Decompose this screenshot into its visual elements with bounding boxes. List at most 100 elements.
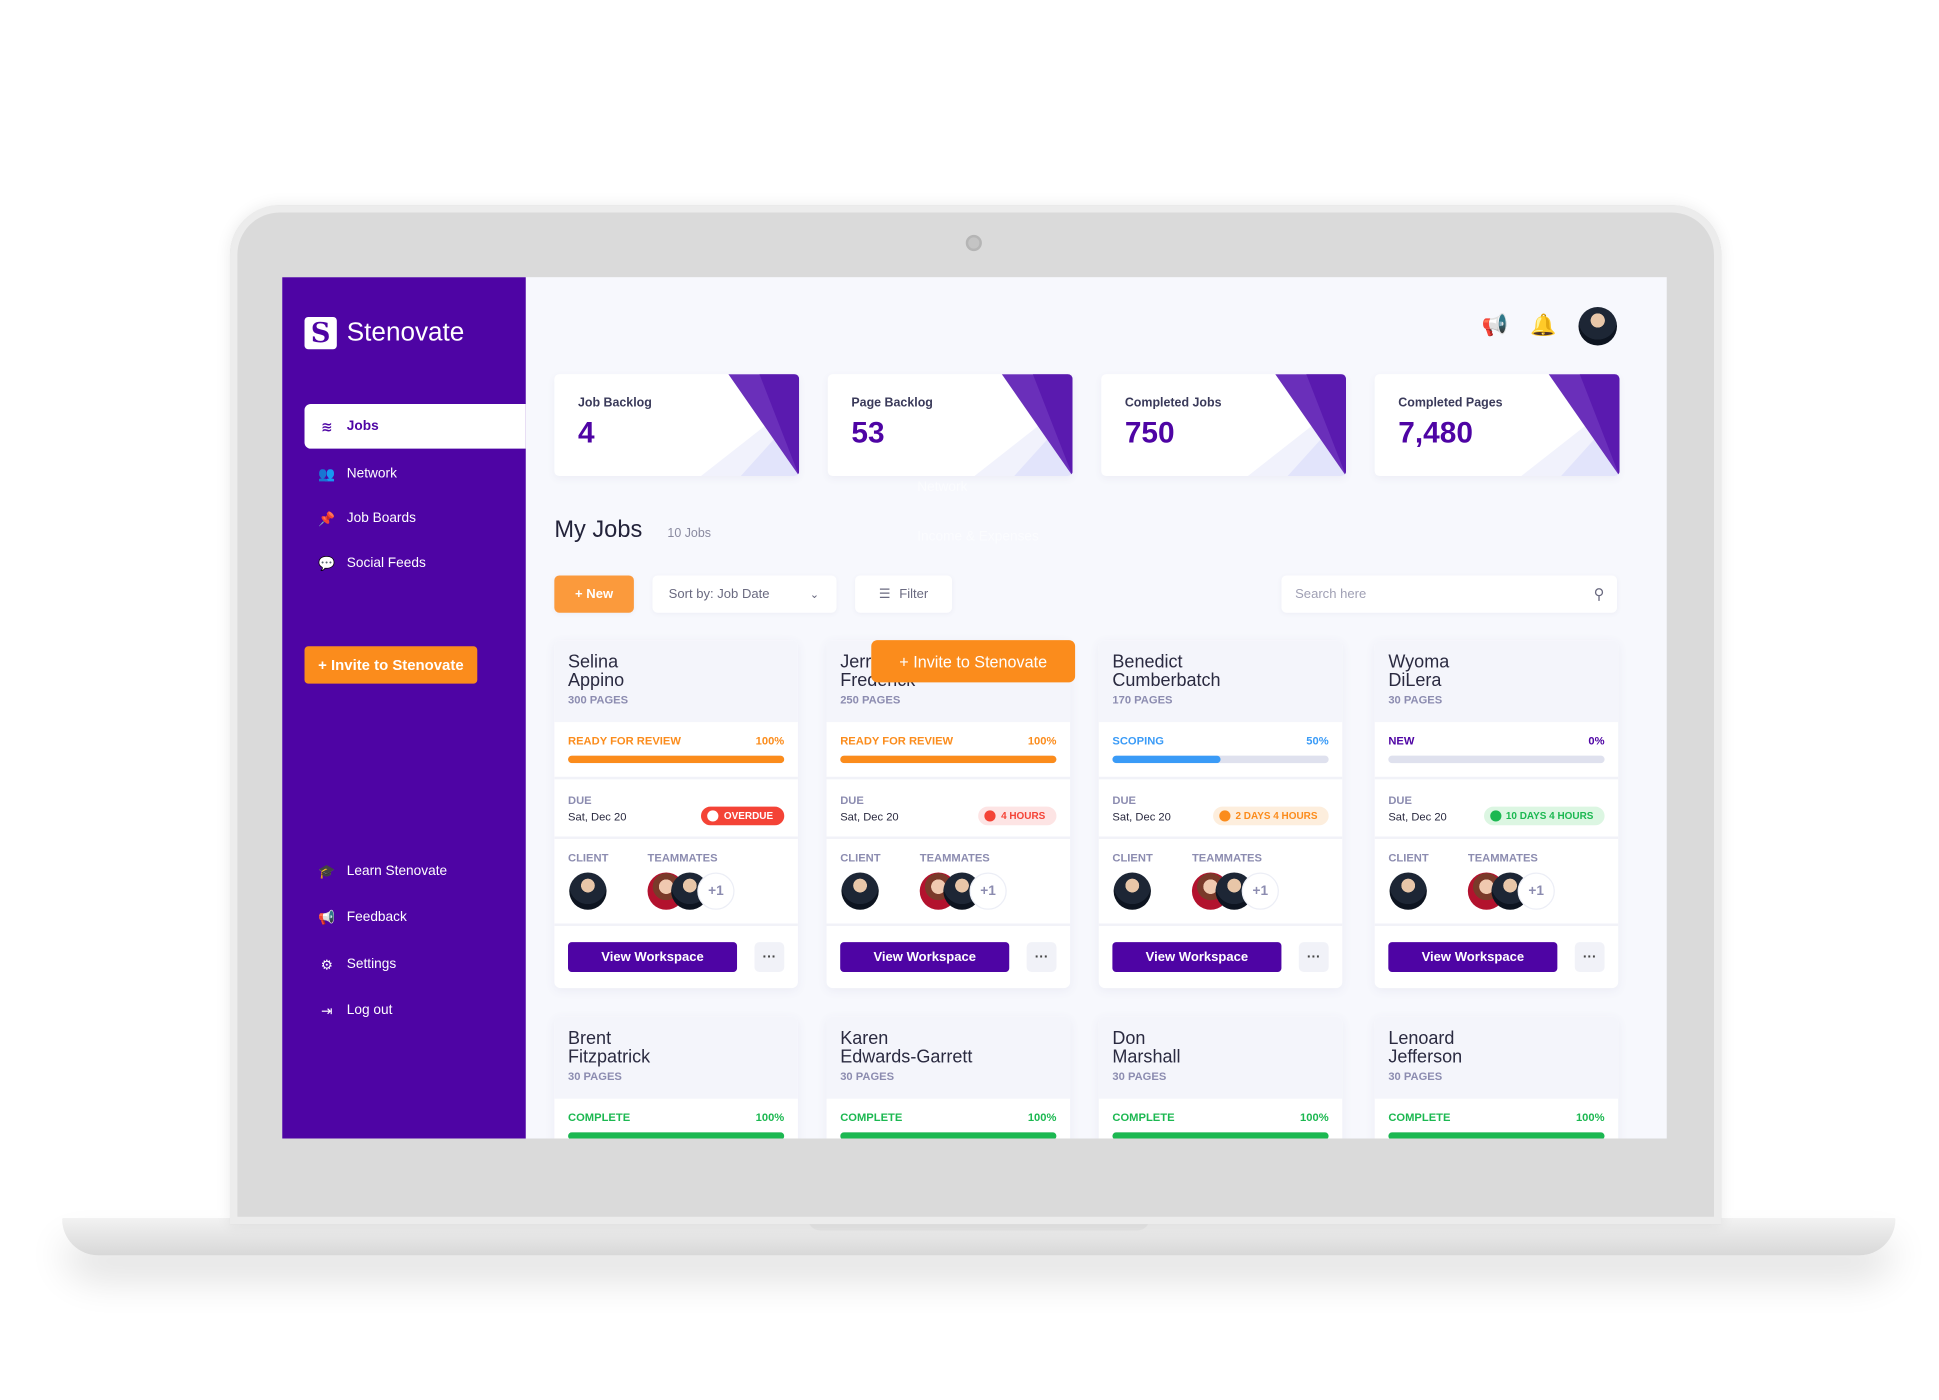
job-status: NEW <box>1388 734 1415 747</box>
client-label: CLIENT <box>1388 851 1429 864</box>
progress-bar <box>1388 755 1605 764</box>
progress-bar <box>1112 1132 1329 1139</box>
stage: S Stenovate ≋ Jobs 👥 Network 📌 Job Boards 💬 Soci… <box>0 0 1939 1400</box>
more-teammates[interactable]: +1 <box>969 872 1007 910</box>
job-pages: 170 PAGES <box>1112 693 1173 706</box>
logo-icon: S <box>304 316 337 350</box>
chevron-down-icon: ⌄ <box>809 587 820 600</box>
sidebar-item-job-boards[interactable]: 📌 Job Boards <box>305 496 526 541</box>
stat-label: Completed Pages <box>1398 396 1503 411</box>
logo[interactable]: S Stenovate <box>304 316 465 350</box>
sidebar-item-feedback[interactable]: 📢 Feedback <box>305 895 526 940</box>
due-badge-text: 2 DAYS 4 HOURS <box>1235 810 1318 822</box>
invite-button[interactable]: + Invite to Stenovate <box>304 646 478 684</box>
bell-icon[interactable]: 🔔 <box>1530 313 1556 338</box>
due-label: DUE <box>568 794 592 807</box>
teammates-label: TEAMMATES <box>1467 851 1538 864</box>
sidebar-item-learn-stenovate[interactable]: 🎓 Learn Stenovate <box>305 849 526 894</box>
sidebar-item-label: Feedback <box>346 909 407 925</box>
due-badge: 4 HOURS <box>978 806 1057 826</box>
job-client-first: Karen <box>840 1029 889 1050</box>
progress-bar <box>1112 755 1329 764</box>
sidebar-item-jobs[interactable]: ≋ Jobs <box>304 403 526 449</box>
job-pages: 30 PAGES <box>840 1070 895 1083</box>
view-workspace-button[interactable]: View Workspace <box>1388 942 1558 972</box>
job-client-last: Marshall <box>1112 1047 1181 1068</box>
more-teammates[interactable]: +1 <box>697 872 735 910</box>
job-status: SCOPING <box>1112 734 1164 747</box>
jobs-count: 10 Jobs <box>667 526 711 541</box>
job-client-last: Cumberbatch <box>1112 671 1221 692</box>
job-progress-pct: 100% <box>1027 734 1057 747</box>
avatar <box>841 872 879 910</box>
due-label: DUE <box>1112 794 1137 807</box>
floating-invite-button[interactable]: + Invite to Stenovate <box>871 640 1076 683</box>
new-button[interactable]: + New <box>554 575 634 613</box>
sidebar-item-social-feeds[interactable]: 💬 Social Feeds <box>305 541 526 586</box>
clock-icon <box>984 810 997 822</box>
job-card: Don Marshall 30 PAGES COMPLETE 100% <box>1098 1016 1343 1139</box>
job-progress-pct: 100% <box>755 734 785 747</box>
clock-icon <box>1489 810 1501 822</box>
pin-icon: 📌 <box>318 511 336 527</box>
more-options-button[interactable]: ··· <box>1026 942 1057 972</box>
gear-icon: ⚙ <box>320 957 334 973</box>
job-progress-pct: 100% <box>755 1111 785 1124</box>
search-icon: ⚲ <box>1593 585 1605 603</box>
teammates-label: TEAMMATES <box>1191 851 1262 864</box>
sidebar-item-log-out[interactable]: ⇥ Log out <box>305 988 526 1033</box>
teammates-label: TEAMMATES <box>919 851 990 864</box>
filter-button[interactable]: ☰ Filter <box>855 575 953 613</box>
search-input[interactable]: Search here ⚲ <box>1281 575 1618 613</box>
client-label: CLIENT <box>1112 851 1153 864</box>
job-client-first: Don <box>1112 1029 1146 1050</box>
job-client-last: DiLera <box>1388 671 1442 692</box>
megaphone-icon[interactable]: 📢 <box>1482 313 1508 338</box>
filter-label: Filter <box>899 586 929 602</box>
sidebar-item-label: Social Feeds <box>346 555 426 571</box>
job-status: COMPLETE <box>1112 1111 1175 1124</box>
brand-name: Stenovate <box>346 318 465 347</box>
job-pages: 30 PAGES <box>1112 1070 1167 1083</box>
page-title: My Jobs <box>554 517 643 544</box>
ghost-income-label: Income & Expenses <box>917 529 1039 545</box>
sidebar-item-settings[interactable]: ⚙ Settings <box>305 942 526 987</box>
view-workspace-button[interactable]: View Workspace <box>1112 942 1282 972</box>
sidebar-item-label: Network <box>346 466 397 482</box>
job-status: COMPLETE <box>840 1111 903 1124</box>
megaphone-icon: 📢 <box>318 910 336 926</box>
view-workspace-button[interactable]: View Workspace <box>568 942 738 972</box>
progress-bar <box>1388 1132 1605 1139</box>
job-progress-pct: 100% <box>1575 1111 1605 1124</box>
job-card: Lenoard Jefferson 30 PAGES COMPLETE 100% <box>1374 1016 1619 1139</box>
user-avatar[interactable] <box>1578 306 1618 346</box>
client-label: CLIENT <box>840 851 881 864</box>
graduation-cap-icon: 🎓 <box>318 864 336 880</box>
view-workspace-button[interactable]: View Workspace <box>840 942 1010 972</box>
ghost-network-label: Network <box>917 479 968 495</box>
sidebar-item-label: Settings <box>346 957 397 972</box>
job-client-first: Benedict <box>1112 652 1183 673</box>
sidebar-item-network[interactable]: 👥 Network <box>305 451 526 496</box>
job-client-last: Fitzpatrick <box>568 1047 651 1068</box>
client-label: CLIENT <box>568 851 609 864</box>
due-badge: 10 DAYS 4 HOURS <box>1483 806 1605 826</box>
job-card: Benedict Cumberbatch 170 PAGES SCOPING 50% D… <box>1098 640 1343 989</box>
search-placeholder: Search here <box>1295 586 1367 602</box>
clock-icon <box>1219 810 1231 822</box>
progress-bar <box>840 755 1057 764</box>
stat-card: Completed Jobs 750 <box>1101 374 1347 477</box>
sidebar: S Stenovate ≋ Jobs 👥 Network 📌 Job Boards 💬 Soci… <box>282 277 526 1139</box>
more-teammates[interactable]: +1 <box>1241 872 1279 910</box>
more-options-button[interactable]: ··· <box>754 942 785 972</box>
sort-dropdown[interactable]: Sort by: Job Date ⌄ <box>652 575 837 613</box>
job-client-first: Lenoard <box>1388 1029 1455 1050</box>
job-pages: 30 PAGES <box>1388 693 1443 706</box>
more-teammates[interactable]: +1 <box>1517 872 1555 910</box>
job-card: Wyoma DiLera 30 PAGES NEW 0% DUE Sat, Dec 20 1… <box>1374 640 1619 989</box>
due-badge-text: OVERDUE <box>723 810 774 822</box>
more-options-button[interactable]: ··· <box>1574 942 1605 972</box>
more-options-button[interactable]: ··· <box>1298 942 1329 972</box>
progress-bar <box>568 1132 785 1139</box>
stat-card: Completed Pages 7,480 <box>1374 374 1620 477</box>
